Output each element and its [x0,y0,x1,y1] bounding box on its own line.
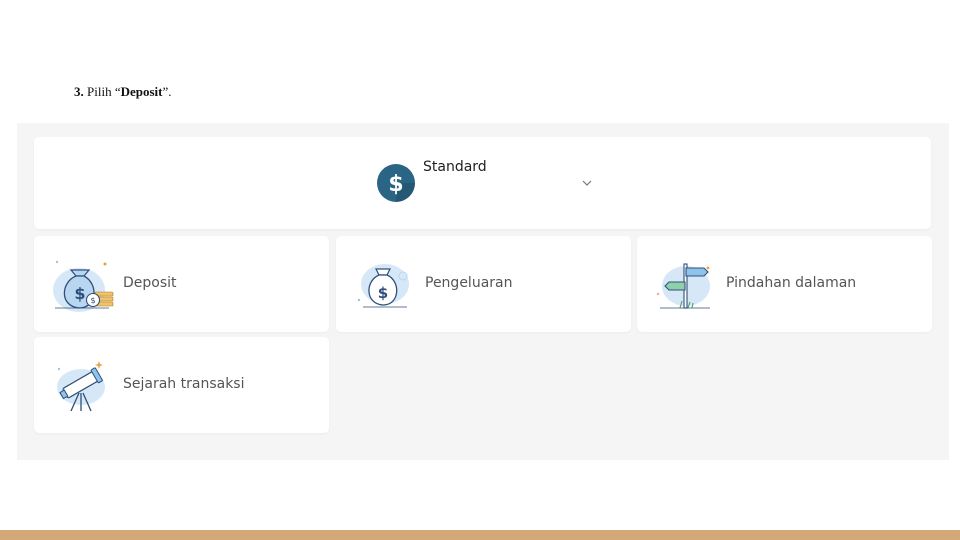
money-bag-icon: $ [357,264,409,308]
transaction-history-label: Sejarah transaksi [123,376,245,392]
transaction-history-button[interactable]: Sejarah transaksi [34,337,329,433]
step-number: 3. [74,84,84,99]
deposit-button[interactable]: $ $ Deposit [34,236,329,332]
chevron-down-icon[interactable] [581,178,593,188]
signpost-icon [656,263,710,309]
withdrawal-button[interactable]: $ Pengeluaran [336,236,631,332]
svg-text:$: $ [74,284,85,303]
dollar-coin-icon: $ [377,164,415,202]
footer-bar [0,530,960,540]
instruction-target: Deposit [120,84,163,99]
internal-transfer-label: Pindahan dalaman [726,275,857,291]
instruction-text: 3. Pilih “Deposit”. [74,84,172,100]
svg-text:$: $ [90,296,95,305]
withdrawal-label: Pengeluaran [425,275,513,291]
svg-text:$: $ [388,172,403,197]
instruction-prefix: Pilih “ [83,84,121,99]
account-selector[interactable]: $ Standard [34,137,931,229]
svg-text:$: $ [378,284,388,302]
wallet-panel: $ Standard $ $ Deposit $ Pengeluaran Pin… [17,123,949,460]
money-bag-coins-icon: $ $ [53,260,114,312]
account-name: Standard [423,159,487,175]
telescope-icon [57,361,105,412]
deposit-label: Deposit [123,275,177,291]
internal-transfer-button[interactable]: Pindahan dalaman [637,236,932,332]
instruction-suffix: ”. [162,84,172,99]
